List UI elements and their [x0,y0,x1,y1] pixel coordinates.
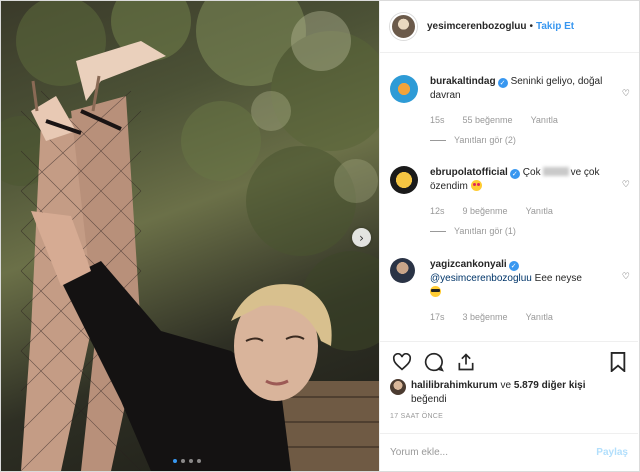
comment-time: 17s [430,312,445,322]
verified-badge-icon: ✓ [508,261,519,271]
commenter-username[interactable]: burakaltindag [430,76,496,87]
comment-time: 15s [430,115,445,125]
comment-item: burakaltindag ✓ Seninki geliyo, doğal davr… [390,75,630,145]
share-icon[interactable] [454,350,478,374]
likes-text: halilibrahimkurum ve 5.879 diğer kişi be… [411,379,586,407]
comment-meta: 17s 3 beğenme Yanıtla [430,312,630,322]
carousel-dot [197,459,201,463]
commenter-avatar[interactable] [390,75,418,103]
commenter-avatar[interactable] [390,258,415,283]
mention-link[interactable]: @yesimcerenbozogluu [430,273,532,284]
photo-illustration [1,1,379,471]
view-replies-button[interactable]: Yanıtları gör (2) [430,135,630,145]
reply-button[interactable]: Yanıtla [526,312,553,322]
comment-item: ebrupolatofficial ✓ Çok ve çok özendim ♡ 12… [390,166,630,236]
like-heart-icon[interactable] [390,350,414,374]
comment-likes[interactable]: 9 beğenme [463,206,508,216]
carousel-dot [181,459,185,463]
censored-word [542,167,569,176]
section-divider [380,341,638,342]
comment-meta: 12s 9 beğenme Yanıtla [430,206,630,216]
heart-eyes-emoji-icon [470,180,482,191]
comment-like-icon[interactable]: ♡ [622,272,630,282]
post-comment-button[interactable]: Paylaş [596,447,628,458]
comment-time: 12s [430,206,445,216]
comment-meta: 15s 55 beğenme Yanıtla [430,115,630,125]
carousel-dot [189,459,193,463]
reply-button[interactable]: Yanıtla [526,206,553,216]
comment-item: yagizcankonyali ✓ @yesimcerenbozogluu Eee… [390,258,630,322]
liker-username[interactable]: halilibrahimkurum [411,380,498,391]
post-dialog: › yesimcerenbozogluu • Takip Et burakalt… [0,0,640,472]
verified-badge-icon: ✓ [509,169,520,179]
comment-text: ebrupolatofficial ✓ Çok ve çok özendim [430,166,630,194]
comments-list: burakaltindag ✓ Seninki geliyo, doğal davr… [380,53,638,341]
commenter-avatar[interactable] [390,166,418,194]
comment-likes[interactable]: 3 beğenme [463,312,508,322]
commenter-username[interactable]: yagizcankonyali [430,259,507,270]
comment-content: Eee neyse [534,273,582,284]
bookmark-icon[interactable] [606,350,630,374]
likes-summary: halilibrahimkurum ve 5.879 diğer kişi be… [390,379,630,407]
reply-button[interactable]: Yanıtla [531,115,558,125]
comment-input[interactable]: Yorum ekle... [390,447,596,458]
post-actions [390,350,630,374]
view-replies-button[interactable]: Yanıtları gör (1) [430,226,630,236]
header-separator: • [529,21,533,32]
comment-text: yagizcankonyali ✓ @yesimcerenbozogluu Eee… [430,258,630,300]
likes-suffix: beğendi [411,394,447,405]
likes-conjunction: ve [497,380,514,391]
comment-like-icon[interactable]: ♡ [622,180,630,190]
likes-count[interactable]: 5.879 diğer kişi [514,380,586,391]
comment-content-start: Çok [522,167,541,178]
verified-badge-icon: ✓ [497,78,508,88]
follow-button[interactable]: Takip Et [536,21,574,32]
author-username[interactable]: yesimcerenbozogluu [427,21,526,32]
post-side-panel: yesimcerenbozogluu • Takip Et burakaltin… [379,1,639,471]
comment-likes[interactable]: 55 beğenme [463,115,513,125]
post-header: yesimcerenbozogluu • Takip Et [380,1,639,53]
next-image-button[interactable]: › [352,228,371,247]
author-avatar[interactable] [390,13,417,40]
post-timestamp: 17 SAAT ÖNCE [390,413,444,420]
comment-text: burakaltindag ✓ Seninki geliyo, doğal davr… [430,75,630,103]
liker-avatar[interactable] [390,379,406,395]
comment-bubble-icon[interactable] [422,350,446,374]
carousel-dot [173,459,177,463]
commenter-username[interactable]: ebrupolatofficial [430,167,508,178]
carousel-indicator [173,459,201,463]
comment-like-icon[interactable]: ♡ [622,89,630,99]
sunglasses-emoji-icon [430,286,441,297]
add-comment-form: Yorum ekle... Paylaş [380,433,638,471]
post-photo[interactable]: › [1,1,379,471]
